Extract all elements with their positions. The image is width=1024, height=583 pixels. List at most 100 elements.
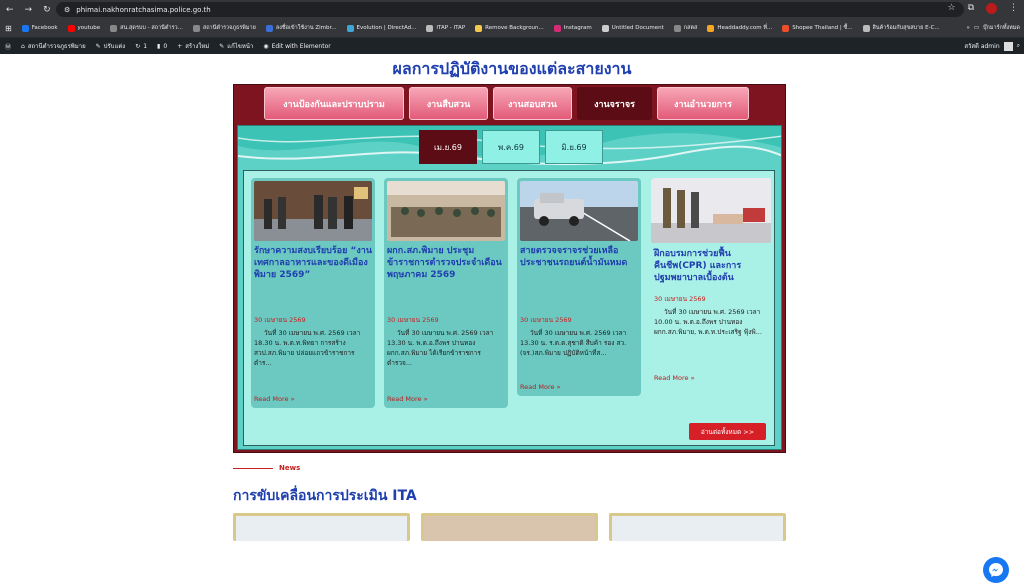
bookmark-favicon-icon [426,24,434,32]
bookmark-item[interactable]: ลงชื่อเข้าใช้งาน Zimbr... [261,24,342,32]
bookmark-favicon-icon [67,24,75,32]
plus-icon: + [177,42,183,50]
messenger-chat-button[interactable] [983,557,1009,583]
read-more-link[interactable]: Read More » [654,374,695,382]
post-excerpt: วันที่ 30 เมษายน พ.ศ. 2569 เวลา 13.30 น.… [387,329,494,367]
bookmark-favicon-icon [346,24,354,32]
ita-card[interactable] [609,513,786,541]
post-date: 30 เมษายน 2569 [387,316,439,324]
brush-icon: ✎ [95,42,101,50]
address-bar[interactable]: ⚙ phimai.nakhonratchasima.police.go.th [56,2,964,17]
bookmark-favicon-icon [601,24,609,32]
bookmark-item[interactable]: ITAP - ITAP [421,24,470,32]
star-icon[interactable]: ☆ [947,3,955,14]
ita-card[interactable] [233,513,410,541]
bookmark-label: ITAP - ITAP [436,25,466,31]
wp-updates[interactable]: ↻ 1 [130,43,152,50]
bookmark-label: สน.สุดรบบ - สถานีตำรว... [120,25,183,31]
bookmark-item[interactable]: Shopee Thailand | ซื้... [777,24,857,32]
menu-icon[interactable]: ⋮ [1009,3,1018,14]
bookmark-label: Remove Backgroun... [485,25,544,31]
section-title: ผลการปฏิบัติงานของแต่ละสายงาน [392,59,632,78]
bookmarks-right: » ▭ บุ๊กมาร์กทั้งหมด [966,24,1020,32]
post-title[interactable]: สายตรวจจราจรช่วยเหลือประชาชนรถยนต์น้ำมัน… [520,245,640,269]
tab-department[interactable]: งานอำนวยการ [657,87,749,120]
post-date: 30 เมษายน 2569 [654,295,706,303]
bookmark-favicon-icon [110,24,118,32]
user-avatar[interactable] [1003,41,1013,51]
read-more-link[interactable]: Read More » [254,395,295,403]
wp-elementor[interactable]: ◉ Edit with Elementor [258,43,335,50]
post-image [651,178,771,243]
bookmark-label: Headdaddy.com ที่... [717,25,773,31]
bookmark-favicon-icon [192,24,200,32]
bookmark-item[interactable]: Evolution | DirectAd... [342,24,422,32]
tab-department[interactable]: งานสอบสวน [493,87,572,120]
bookmark-item[interactable]: กสตส [669,24,703,32]
bookmark-label: Shopee Thailand | ซื้... [792,25,853,31]
bookmark-item[interactable]: Remove Backgroun... [470,24,549,32]
post-title[interactable]: ฝึกอบรมการช่วยฟื้นคืนชีพ(CPR) และการปฐมพ… [654,248,774,284]
post-card[interactable]: สายตรวจจราจรช่วยเหลือประชาชนรถยนต์น้ำมัน… [517,178,641,396]
bookmark-item[interactable]: youtube [63,24,106,32]
pencil-icon: ✎ [219,42,225,50]
tab-month[interactable]: มิ.ย.69 [545,130,603,164]
wp-new[interactable]: + สร้างใหม่ [172,41,214,51]
ita-card[interactable] [421,513,598,541]
post-card[interactable]: ฝึกอบรมการช่วยฟื้นคืนชีพ(CPR) และการปฐมพ… [651,178,775,388]
bookmark-favicon-icon [553,24,561,32]
post-card[interactable]: ผกก.สภ.พิมาย ประชุมข้าราชการตำรวจประจำเด… [384,178,508,408]
post-date: 30 เมษายน 2569 [254,316,306,324]
nav-buttons: ← → ↻ [0,5,51,15]
tab-content: เม.ย.69 พ.ค.69 มิ.ย.69 รักษาความสงบเรียบร้… [237,125,782,450]
read-more-link[interactable]: Read More » [520,383,561,391]
bookmark-label: ลงชื่อเข้าใช้งาน Zimbr... [275,25,337,31]
page-content: ผลการปฏิบัติงานของแต่ละสายงาน งานป้องกัน… [0,54,1024,583]
wp-greeting[interactable]: สวัสดี admin [964,41,999,51]
site-info-icon[interactable]: ⚙ [64,6,70,14]
all-bookmarks-label[interactable]: บุ๊กมาร์กทั้งหมด [983,24,1020,32]
extensions-icon[interactable]: ⧉ [968,3,974,14]
read-more-link[interactable]: Read More » [387,395,428,403]
reload-icon[interactable]: ↻ [43,5,51,15]
tab-department[interactable]: งานป้องกันและปราบปราม [264,87,404,120]
elementor-icon: ◉ [263,42,269,50]
wp-customize[interactable]: ✎ ปรับแต่ง [91,41,131,51]
folder-icon: ▭ [973,25,980,31]
bookmark-item[interactable]: สินค้าร้อมกับสุขสบาย E-C... [858,24,945,32]
tab-month[interactable]: พ.ค.69 [482,130,540,164]
bookmark-item[interactable]: Facebook [17,24,63,32]
wp-comments[interactable]: ▮ 0 [152,43,172,50]
apps-icon[interactable]: ⊞ [0,24,17,33]
bookmark-label: youtube [77,25,101,31]
wp-logo-icon[interactable]: Ⓦ [0,42,16,51]
bookmark-item[interactable]: สถานีตำรวจภูธรพิมาย [188,24,261,32]
search-icon[interactable]: ⌕ [1017,42,1020,50]
post-card[interactable]: รักษาความสงบเรียบร้อย “งานเทศกาลอาหารและ… [251,178,375,408]
comment-icon: ▮ [157,42,161,50]
bookmark-favicon-icon [782,24,790,32]
post-title[interactable]: รักษาความสงบเรียบร้อย “งานเทศกาลอาหารและ… [254,245,374,281]
post-title[interactable]: ผกก.สภ.พิมาย ประชุมข้าราชการตำรวจประจำเด… [387,245,507,281]
wp-site-name[interactable]: ⌂ สถานีตำรวจภูธรพิมาย [16,41,91,51]
bookmark-item[interactable]: สน.สุดรบบ - สถานีตำรว... [105,24,188,32]
bookmark-item[interactable]: Instagram [549,24,597,32]
bookmark-item[interactable]: Headdaddy.com ที่... [702,24,777,32]
more-bookmarks-icon[interactable]: » [966,25,969,31]
bookmark-label: Instagram [563,25,592,31]
tab-month[interactable]: เม.ย.69 [419,130,477,164]
read-all-button[interactable]: อ่านต่อทั้งหมด >> [689,423,766,440]
tab-department[interactable]: งานสืบสวน [409,87,488,120]
wp-edit-page[interactable]: ✎ แก้ไขหน้า [214,41,258,51]
bookmark-item[interactable]: Untitled Document [597,24,669,32]
forward-icon[interactable]: → [25,5,33,15]
bookmark-label: Facebook [31,25,58,31]
post-excerpt: วันที่ 30 เมษายน พ.ศ. 2569 เวลา 18.30 น.… [254,329,361,367]
profile-avatar-icon[interactable] [986,3,997,14]
back-icon[interactable]: ← [6,5,14,15]
bookmark-favicon-icon [862,24,870,32]
messenger-icon [989,563,1003,577]
tab-department[interactable]: งานจราจร [577,87,652,120]
bookmark-favicon-icon [475,24,483,32]
bookmarks-bar: ⊞ Facebook youtube สน.สุดรบบ - สถานีตำรว..… [0,19,1024,38]
